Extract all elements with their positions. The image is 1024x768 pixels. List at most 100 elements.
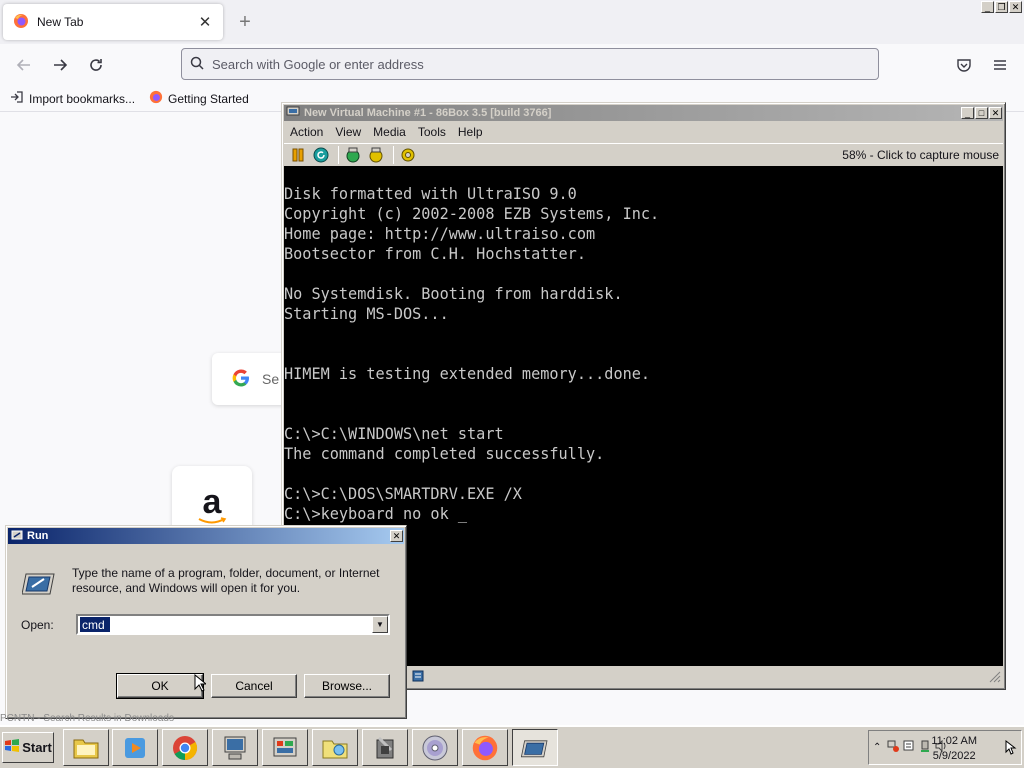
task-86box[interactable] [512, 729, 558, 766]
task-my-computer[interactable] [212, 729, 258, 766]
menu-view[interactable]: View [329, 125, 367, 139]
utility-icon [376, 736, 394, 758]
task-control-panel[interactable] [262, 729, 308, 766]
bookmark-import[interactable]: Import bookmarks... [10, 90, 135, 107]
start-button[interactable]: Start [2, 732, 54, 763]
ok-button[interactable]: OK [116, 673, 204, 699]
cancel-button[interactable]: Cancel [211, 674, 297, 698]
tray-expand-icon[interactable]: ⌃ [873, 742, 881, 753]
firefox-icon [13, 13, 29, 32]
console-line: HIMEM is testing extended memory...done. [284, 364, 651, 383]
amazon-logo-icon: a [202, 483, 222, 521]
computer-icon [224, 736, 246, 759]
safely-remove-icon[interactable] [919, 740, 931, 755]
tab-close-icon[interactable]: ✕ [197, 13, 213, 31]
86box-icon [286, 106, 300, 121]
console-line: C:\>C:\DOS\SMARTDRV.EXE /X [284, 484, 522, 503]
capture-mouse-status[interactable]: 58% - Click to capture mouse [842, 148, 999, 162]
task-firefox[interactable] [462, 729, 508, 766]
console-line: No Systemdisk. Booting from harddisk. [284, 284, 623, 303]
run-title-icon [11, 529, 23, 544]
task-utility[interactable] [362, 729, 408, 766]
url-input[interactable] [212, 56, 852, 72]
task-chrome[interactable] [162, 729, 208, 766]
minimize-button[interactable]: _ [981, 1, 994, 13]
task-cd-player[interactable] [412, 729, 458, 766]
run-close-button[interactable]: ✕ [390, 530, 403, 542]
86box-icon [520, 739, 548, 757]
console-line: C:\>C:\WINDOWS\net start [284, 424, 504, 443]
firefox-icon [149, 90, 163, 107]
settings-gear-icon[interactable] [398, 145, 418, 165]
start-label: Start [22, 740, 52, 755]
task-media-player[interactable] [112, 729, 158, 766]
run-open-label: Open: [21, 618, 54, 632]
control-panel-icon [273, 737, 297, 756]
browse-button[interactable]: Browse... [304, 674, 390, 698]
console-line: Disk formatted with UltraISO 9.0 [284, 184, 577, 203]
keyboard-status-icon[interactable] [412, 669, 424, 686]
run-open-input[interactable] [80, 617, 110, 632]
chrome-icon [173, 735, 198, 760]
vm-minimize-button[interactable]: _ [961, 107, 974, 119]
close-button[interactable]: ✕ [1009, 1, 1022, 13]
folder-icon [73, 739, 99, 758]
mouse-cursor-icon [194, 673, 208, 695]
run-title: Run [27, 530, 49, 542]
system-tray: ⌃ 11:02 AM 5/9/2022 [868, 730, 1022, 765]
forward-arrow-icon[interactable] [46, 52, 74, 78]
hamburger-menu-icon[interactable] [986, 52, 1014, 78]
network-icon[interactable] [887, 740, 900, 755]
background-window-text: PCNTN - Search Results in Downloads [0, 713, 174, 724]
resize-grip-icon[interactable] [989, 671, 1001, 686]
tray-app-icon[interactable] [903, 740, 915, 755]
console-line: Bootsector from C.H. Hochstatter. [284, 244, 586, 263]
vm-menubar: Action View Media Tools Help [284, 122, 1003, 142]
clock[interactable]: 11:02 AM 5/9/2022 [931, 734, 977, 764]
task-file-manager[interactable] [63, 729, 109, 766]
url-bar[interactable] [181, 48, 879, 80]
run-titlebar[interactable]: Run ✕ [8, 528, 404, 544]
pause-icon[interactable] [288, 145, 308, 165]
browser-window-controls: _ ❐ ✕ [981, 1, 1022, 13]
menu-help[interactable]: Help [452, 125, 489, 139]
run-program-icon [21, 568, 56, 601]
run-open-combobox[interactable]: ▼ [76, 614, 390, 635]
run-description: Type the name of a program, folder, docu… [72, 566, 380, 595]
search-icon [190, 56, 204, 73]
show-desktop-icon[interactable] [1003, 739, 1017, 759]
firefox-icon [472, 735, 498, 760]
vm-close-button[interactable]: ✕ [989, 107, 1002, 119]
menu-media[interactable]: Media [367, 125, 412, 139]
tab-new-tab[interactable]: New Tab ✕ [3, 4, 223, 40]
console-line: The command completed successfully. [284, 444, 605, 463]
task-explorer[interactable] [312, 729, 358, 766]
menu-action[interactable]: Action [284, 125, 329, 139]
vm-toolbar: 58% - Click to capture mouse [284, 143, 1003, 165]
windows-logo-icon [4, 739, 20, 756]
console-line: Copyright (c) 2002-2008 EZB Systems, Inc… [284, 204, 660, 223]
hard-reset-icon[interactable] [311, 145, 331, 165]
import-icon [10, 90, 24, 107]
reload-icon[interactable] [82, 52, 110, 78]
pocket-icon[interactable] [950, 52, 978, 78]
chevron-down-icon[interactable]: ▼ [372, 616, 388, 633]
back-arrow-icon[interactable] [10, 52, 38, 78]
new-tab-plus-icon[interactable]: + [234, 10, 256, 34]
vm-titlebar[interactable]: New Virtual Machine #1 - 86Box 3.5 [buil… [284, 105, 1003, 121]
bookmark-getting-started[interactable]: Getting Started [149, 90, 249, 107]
google-icon [232, 368, 250, 390]
restore-button[interactable]: ❐ [995, 1, 1008, 13]
vm-maximize-button[interactable]: □ [975, 107, 988, 119]
ctrl-alt-del-icon[interactable] [343, 145, 363, 165]
run-dialog: Run ✕ Type the name of a program, folder… [5, 525, 407, 719]
menu-tools[interactable]: Tools [412, 125, 452, 139]
vm-title: New Virtual Machine #1 - 86Box 3.5 [buil… [304, 107, 552, 119]
ctrl-alt-esc-icon[interactable] [366, 145, 386, 165]
